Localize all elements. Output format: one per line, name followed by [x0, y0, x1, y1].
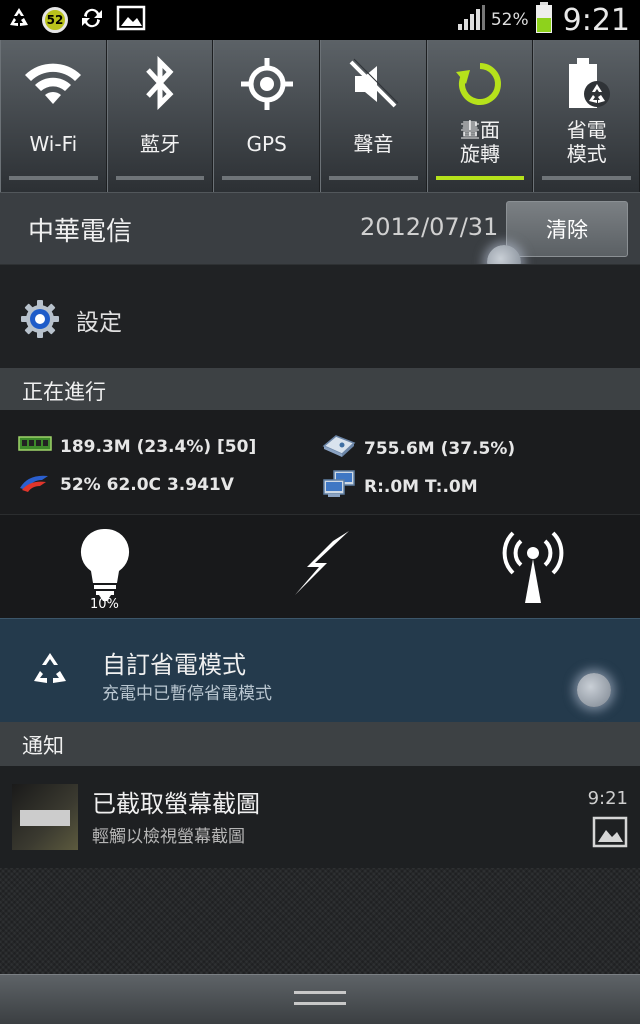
toggle-sound[interactable]: 聲音 [320, 40, 427, 192]
ram-stat: 189.3M (23.4%) [50] [18, 434, 256, 459]
image-icon [592, 816, 628, 852]
toggle-bluetooth-indicator [115, 176, 205, 180]
rotate-icon [428, 54, 533, 114]
system-monitor[interactable]: 189.3M (23.4%) [50] 755.6M (37.5%) 52% 6… [0, 410, 640, 514]
memory-chip-icon [18, 434, 52, 459]
battery-stat: 52% 62.0C 3.941V [18, 470, 234, 499]
power-shortcut[interactable] [276, 527, 366, 611]
battery-icon [535, 2, 553, 38]
signal-icon [457, 5, 485, 35]
recycle-icon [30, 651, 70, 691]
ongoing-header: 正在進行 [0, 368, 640, 410]
notification-time: 9:21 [587, 788, 628, 809]
toggle-gps[interactable]: GPS [213, 40, 321, 192]
hotspot-shortcut[interactable] [488, 527, 578, 611]
toggle-rotate[interactable]: 畫面 旋轉 [426, 40, 534, 192]
battery-temp-icon [18, 470, 52, 499]
toggle-wifi-indicator [9, 176, 98, 180]
clock: 9:21 [562, 2, 630, 38]
touch-indicator-2 [577, 673, 611, 707]
battery-stat-value: 52% 62.0C 3.941V [60, 474, 234, 495]
battery-percent: 52% [490, 10, 529, 30]
toggle-power-saving-indicator [542, 176, 632, 180]
toggle-sound-label: 聲音 [353, 132, 394, 156]
drawer-handle[interactable] [0, 974, 640, 1024]
recycle-icon [6, 5, 32, 35]
lightning-icon [289, 527, 353, 611]
gps-icon [214, 54, 319, 114]
gear-icon [20, 299, 60, 343]
screenshot-notification[interactable]: 已截取螢幕截圖 輕觸以檢視螢幕截圖 9:21 [0, 766, 640, 868]
notification-subtitle: 輕觸以檢視螢幕截圖 [92, 827, 245, 847]
badge-icon: 52 [42, 7, 68, 33]
empty-area [0, 868, 640, 974]
toggle-rotate-indicator [435, 176, 525, 180]
carrier-name: 中華電信 [28, 217, 133, 247]
toggle-bluetooth[interactable]: 藍牙 [106, 40, 214, 192]
toggle-power-saving-label-line2: 模式 [566, 142, 607, 166]
toggle-bluetooth-label: 藍牙 [140, 132, 180, 156]
sync-icon [78, 4, 106, 36]
clear-button[interactable]: 清除 [506, 201, 628, 257]
toggle-rotate-label: 畫面 旋轉 [428, 118, 533, 166]
brightness-percent: 10% [90, 597, 119, 612]
toggle-rotate-label-line1: 畫面 [460, 118, 501, 142]
screenshot-thumbnail [12, 784, 78, 850]
sound-muted-icon [321, 54, 426, 114]
notifications-header: 通知 [0, 722, 640, 766]
image-icon [116, 5, 146, 35]
notifications-header-title: 通知 [22, 734, 64, 758]
toggle-power-saving[interactable]: 省電 模式 [533, 40, 640, 192]
status-bar: 52 52% 9:21 [0, 0, 640, 40]
settings-label: 設定 [76, 310, 122, 336]
toggle-rotate-label-line2: 旋轉 [460, 142, 501, 166]
toggle-power-saving-label: 省電 模式 [534, 118, 639, 166]
power-saving-notification[interactable]: 自訂省電模式 充電中已暫停省電模式 [0, 618, 640, 722]
network-stat: R:.0M T:.0M [322, 470, 478, 503]
toggle-power-saving-label-line1: 省電 [566, 118, 607, 142]
carrier-row: 中華電信 2012/07/31 清除 [0, 192, 640, 264]
wifi-icon [1, 54, 106, 114]
date: 2012/07/31 [360, 213, 499, 241]
toggle-sound-indicator [329, 176, 418, 180]
network-value: R:.0M T:.0M [364, 476, 478, 497]
quick-toggles: Wi-Fi 藍牙 GPS 聲音 畫面 旋轉 省電 模式 [0, 40, 640, 192]
bluetooth-icon [108, 54, 213, 114]
power-saving-title: 自訂省電模式 [102, 651, 246, 679]
utility-shortcuts: 10% [0, 514, 640, 618]
status-left-icons: 52 [6, 4, 146, 36]
toggle-gps-label: GPS [246, 132, 287, 156]
power-saving-subtitle: 充電中已暫停省電模式 [102, 684, 272, 704]
notification-title: 已截取螢幕截圖 [92, 790, 260, 818]
settings-row[interactable]: 設定 [0, 264, 640, 368]
ongoing-header-title: 正在進行 [22, 380, 106, 404]
toggle-wifi-label: Wi-Fi [29, 132, 78, 156]
toggle-gps-indicator [222, 176, 312, 180]
network-computer-icon [322, 470, 356, 503]
grip-icon [294, 991, 346, 1005]
power-saving-icon [534, 54, 639, 114]
storage-value: 755.6M (37.5%) [364, 438, 516, 459]
toggle-wifi[interactable]: Wi-Fi [0, 40, 107, 192]
disk-icon [322, 434, 356, 463]
storage-stat: 755.6M (37.5%) [322, 434, 515, 463]
status-right: 52% 9:21 [457, 0, 630, 40]
ram-value: 189.3M (23.4%) [50] [60, 436, 257, 457]
hotspot-icon [495, 527, 571, 611]
